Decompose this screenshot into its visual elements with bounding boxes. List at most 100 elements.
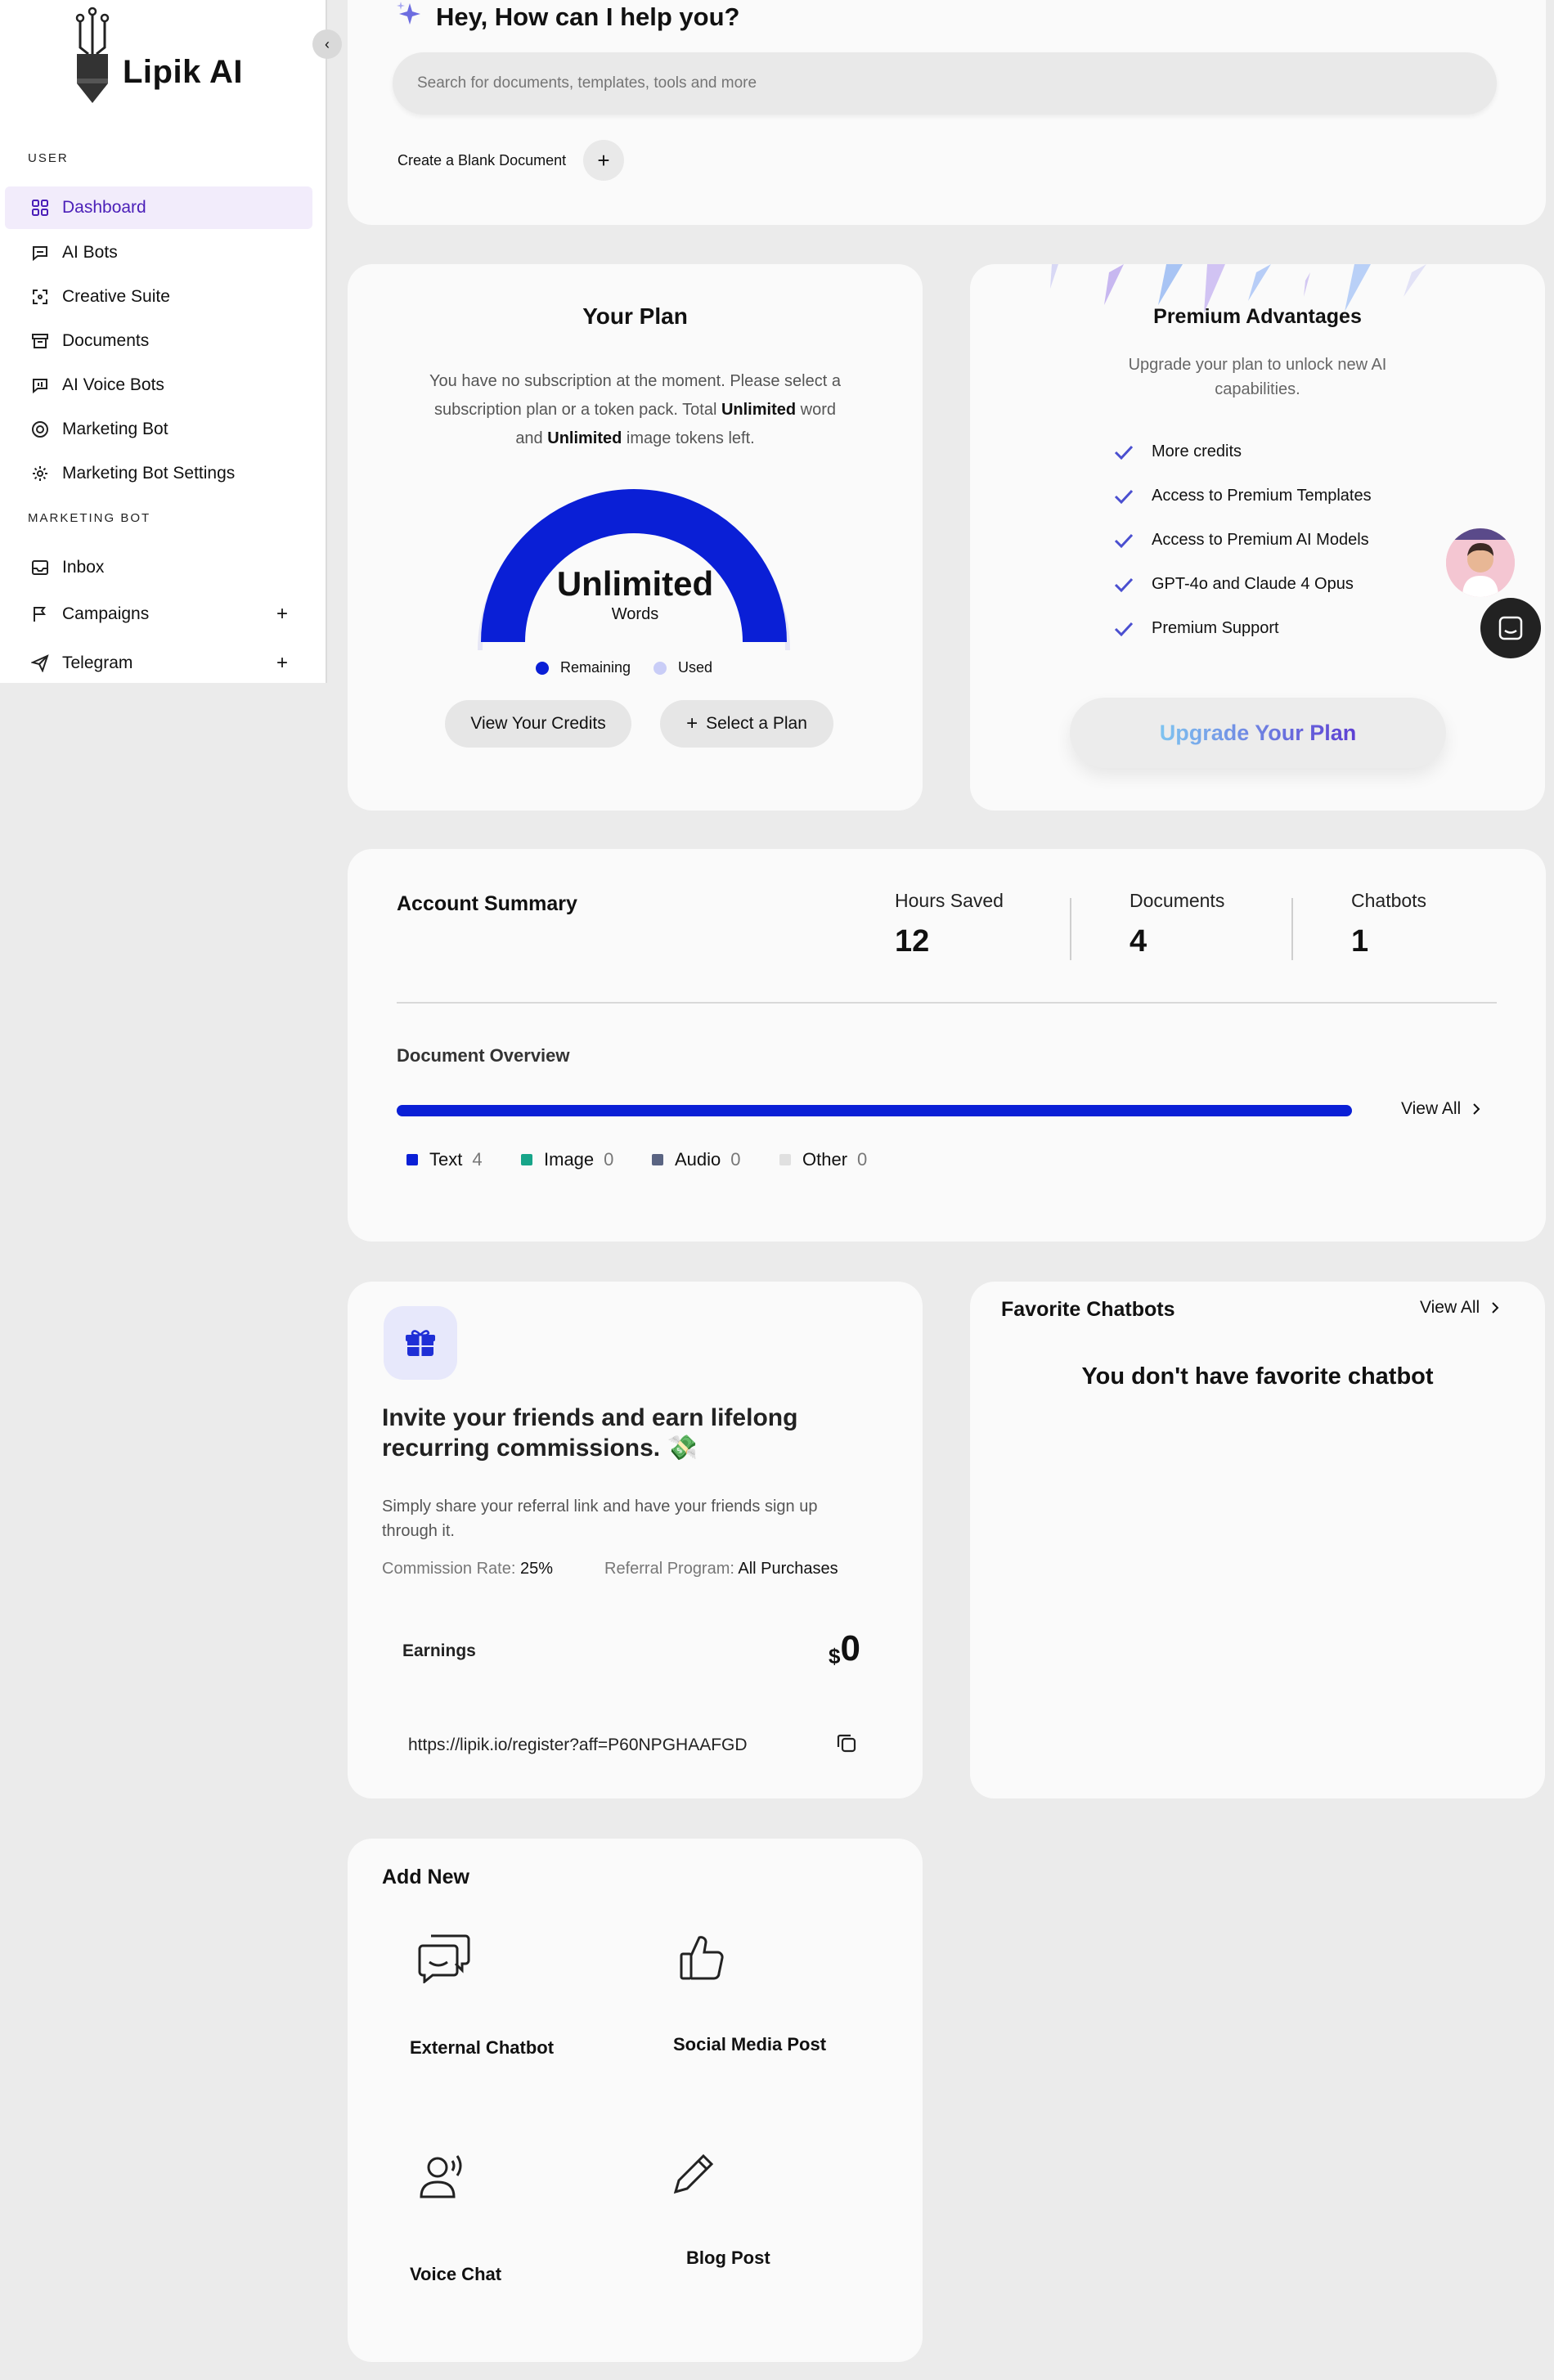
support-avatar[interactable] [1446,528,1515,597]
legend-remaining: Remaining [560,659,631,676]
legend-count: 4 [472,1149,483,1170]
sidebar-item-ai-voice-bots[interactable]: AI Voice Bots [5,364,312,406]
legend-swatch [779,1154,791,1165]
favorites-title: Favorite Chatbots [1001,1298,1175,1321]
collapse-sidebar-button[interactable]: ‹ [312,29,342,59]
thumbs-up-icon [680,1936,724,1980]
commission-rate: Commission Rate: 25% [382,1560,553,1578]
stat-value-hours: 12 [895,924,930,959]
legend-count: 0 [604,1149,614,1170]
favorites-empty-message: You don't have favorite chatbot [1081,1363,1434,1390]
add-new-card: Add New External Chatbot Social Media Po… [348,1839,923,2362]
sparkle-icon [397,2,420,25]
sidebar-item-label: Telegram [62,653,133,672]
chat-widget-button[interactable] [1480,598,1541,658]
referral-link[interactable]: https://lipik.io/register?aff=P60NPGHAAF… [408,1736,748,1755]
add-blog-post[interactable]: Blog Post [662,2151,842,2282]
upgrade-plan-button[interactable]: Upgrade Your Plan [1070,698,1446,768]
gauge-value: Unlimited [556,564,714,603]
add-item-label: Social Media Post [673,2034,827,2054]
check-icon [1114,622,1134,636]
earnings-amount: $ 0 [829,1628,860,1669]
sidebar: Lipik AI USER Dashboard AI Bots Creative… [0,0,327,683]
sidebar-item-marketing-bot[interactable]: Marketing Bot [5,408,312,451]
sidebar-item-marketing-bot-settings[interactable]: Marketing Bot Settings [5,452,312,495]
add-external-chatbot[interactable]: External Chatbot [410,1933,596,2063]
grid-icon [29,197,51,218]
sidebar-item-label: AI Voice Bots [62,375,164,394]
legend-label: Image [544,1149,595,1170]
gift-icon [406,1330,435,1356]
check-icon [1114,577,1134,592]
create-blank-button[interactable]: + [583,140,624,181]
person-avatar-icon [1446,528,1515,597]
program-value: All Purchases [738,1560,838,1578]
sidebar-item-label: Campaigns [62,604,150,623]
legend-swatch [406,1154,418,1165]
legend-count: 0 [730,1149,741,1170]
chevron-right-icon [1492,1302,1499,1313]
earnings-currency: $ [829,1644,841,1668]
logo[interactable]: Lipik AI [72,7,243,105]
expand-plus-icon[interactable]: + [276,652,288,675]
sidebar-item-label: AI Bots [62,243,118,262]
pen-logo-icon [75,7,110,103]
image-frame-icon [29,286,51,308]
sidebar-item-telegram[interactable]: Telegram + [5,642,312,685]
feature-label: Access to Premium AI Models [1152,531,1369,549]
money-emoji-icon: 💸 [667,1435,698,1462]
premium-subtitle-line: capabilities. [1215,380,1300,398]
document-overview-title: Document Overview [397,1045,570,1066]
account-summary-card: Account Summary Hours Saved 12 Documents… [348,849,1546,1242]
add-voice-chat[interactable]: Voice Chat [410,2151,596,2284]
search-input[interactable] [393,52,1497,115]
sidebar-item-dashboard[interactable]: Dashboard [5,186,312,229]
legend-image: Image 0 [521,1149,613,1170]
sidebar-item-label: Inbox [62,558,105,577]
referral-title-line: Invite your friends and earn lifelong [382,1404,798,1431]
legend-label: Text [429,1149,463,1170]
feature-item: GPT-4o and Claude 4 Opus [1114,575,1354,594]
view-credits-button[interactable]: View Your Credits [445,700,631,748]
feature-label: Premium Support [1152,619,1279,637]
stat-value-documents: 4 [1130,924,1148,959]
copy-icon [837,1734,856,1753]
send-icon [29,653,51,674]
legend-audio: Audio 0 [652,1149,741,1170]
plan-desc-line: You have no subscription at the moment. … [429,372,841,390]
voice-user-icon [420,2155,462,2198]
sidebar-item-creative-suite[interactable]: Creative Suite [5,276,312,318]
legend-text: Text 4 [406,1149,483,1170]
section-label-marketing: MARKETING BOT [28,511,151,525]
feature-item: Premium Support [1114,619,1279,638]
add-social-media-post[interactable]: Social Media Post [673,1933,856,2063]
sidebar-item-label: Marketing Bot Settings [62,464,236,483]
select-plan-button[interactable]: + Select a Plan [660,700,833,748]
expand-plus-icon[interactable]: + [276,603,288,626]
view-all-documents[interactable]: View All [1401,1099,1480,1119]
chevron-right-icon [1473,1103,1480,1115]
referral-desc-line: Simply share your referral link and have… [382,1498,818,1516]
chat-widget-icon [1498,616,1523,640]
legend-swatch [652,1154,663,1165]
feature-item: Access to Premium Templates [1114,487,1372,505]
sidebar-item-inbox[interactable]: Inbox [5,546,312,589]
sidebar-item-documents[interactable]: Documents [5,320,312,362]
commission-value: 25% [519,1560,553,1578]
create-blank-label[interactable]: Create a Blank Document [397,152,566,169]
sidebar-item-label: Creative Suite [62,287,170,306]
favorite-chatbots-card: Favorite Chatbots View All You don't hav… [970,1282,1545,1798]
flag-icon [29,604,51,625]
legend-count: 0 [857,1149,868,1170]
referral-desc-line: through it. [382,1522,455,1540]
target-icon [29,419,51,440]
feature-label: GPT-4o and Claude 4 Opus [1152,575,1354,593]
pencil-icon [673,2153,714,2194]
copy-link-button[interactable] [835,1731,858,1758]
used-swatch [653,661,667,675]
sidebar-item-campaigns[interactable]: Campaigns + [5,593,312,635]
favorites-view-all[interactable]: View All [1420,1298,1499,1318]
document-progress-text [397,1105,1352,1116]
hero-card: Hey, How can I help you? Create a Blank … [348,0,1546,225]
sidebar-item-ai-bots[interactable]: AI Bots [5,231,312,274]
